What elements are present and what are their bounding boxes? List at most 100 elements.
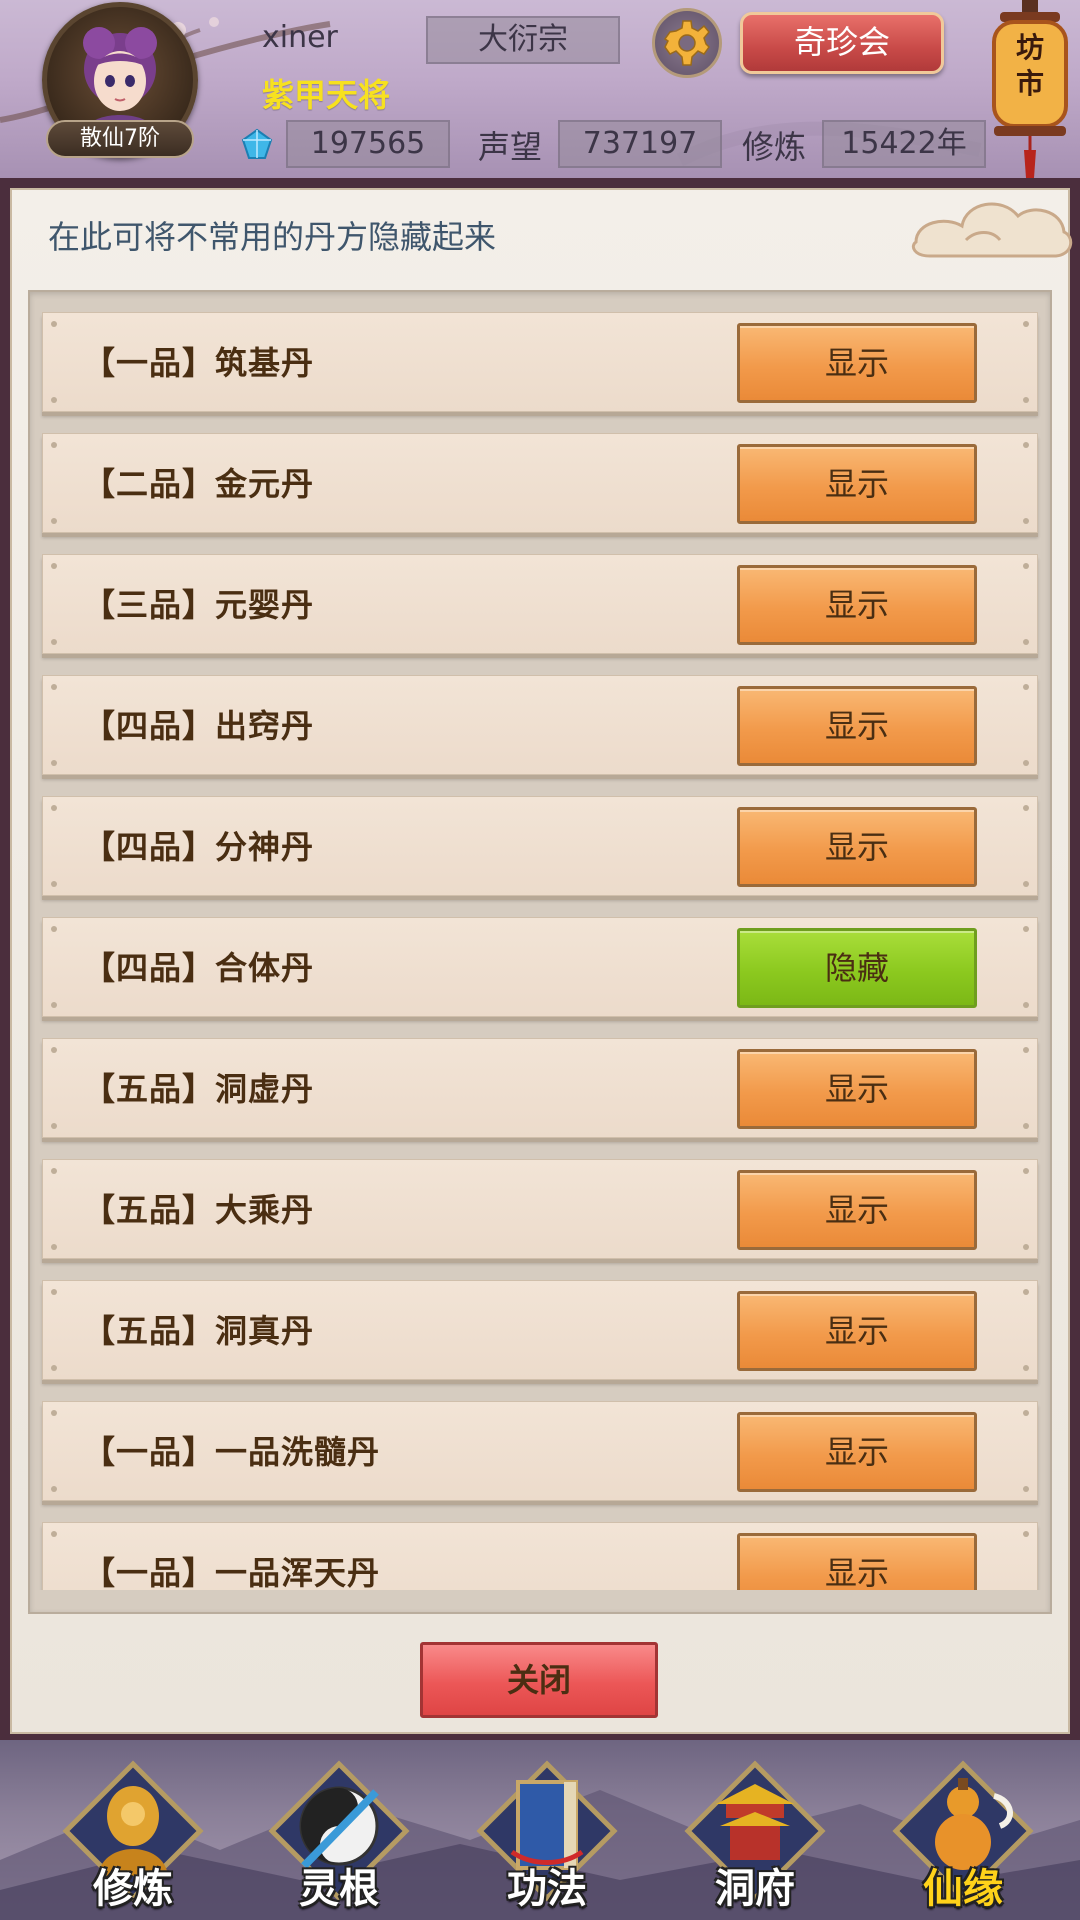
recipe-grade: 【一品】 — [83, 344, 216, 382]
rivet-decoration — [1023, 1168, 1029, 1174]
spirit-stone-icon — [241, 128, 273, 159]
cultivation-label: 修炼 — [742, 128, 807, 166]
recipe-title: 元婴丹 — [215, 586, 315, 624]
top-status-bar: 散仙7阶 xiner 紫甲天将 大衍宗 奇珍会 坊市 197565 声望 737… — [0, 0, 1080, 178]
player-title: 紫甲天将 — [262, 76, 391, 114]
rivet-decoration — [51, 1047, 57, 1053]
recipe-list[interactable]: 【一品】筑基丹 显示 【二品】金元丹 显示 【三品】元婴丹 显示 【四品】出窍丹 显示 【四品】… — [38, 302, 1042, 1590]
recipe-grade: 【四品】 — [83, 707, 216, 745]
rivet-decoration — [1023, 442, 1029, 448]
sect-name[interactable]: 大衍宗 — [426, 16, 620, 64]
rivet-decoration — [51, 1531, 57, 1537]
hide-button[interactable]: 隐藏 — [737, 928, 977, 1008]
close-button[interactable]: 关闭 — [420, 1642, 658, 1718]
recipe-grade: 【一品】 — [83, 1554, 216, 1590]
rivet-decoration — [51, 1365, 57, 1371]
recipe-title: 一品浑天丹 — [215, 1554, 381, 1590]
recipe-row: 【一品】一品浑天丹 显示 — [42, 1522, 1038, 1590]
recipe-row: 【三品】元婴丹 显示 — [42, 554, 1038, 654]
rivet-decoration — [1023, 881, 1029, 887]
show-button[interactable]: 显示 — [737, 323, 977, 403]
recipe-grade: 【三品】 — [83, 586, 216, 624]
recipe-title: 合体丹 — [215, 949, 315, 987]
recipe-title: 出窍丹 — [215, 707, 315, 745]
nav-technique[interactable]: 功法 — [472, 1756, 622, 1920]
recipe-title: 筑基丹 — [215, 344, 315, 382]
rivet-decoration — [1023, 563, 1029, 569]
rivet-decoration — [51, 1410, 57, 1416]
show-button[interactable]: 显示 — [737, 565, 977, 645]
rivet-decoration — [1023, 805, 1029, 811]
rivet-decoration — [1023, 1123, 1029, 1129]
rivet-decoration — [51, 760, 57, 766]
rivet-decoration — [51, 639, 57, 645]
recipe-grade: 【五品】 — [83, 1070, 216, 1108]
rivet-decoration — [51, 563, 57, 569]
rank-badge: 散仙7阶 — [46, 120, 194, 158]
recipe-name: 【一品】筑基丹 — [83, 313, 314, 413]
rivet-decoration — [1023, 760, 1029, 766]
rivet-decoration — [51, 926, 57, 932]
rivet-decoration — [51, 1244, 57, 1250]
show-button[interactable]: 显示 — [737, 686, 977, 766]
recipe-title: 大乘丹 — [215, 1191, 315, 1229]
rivet-decoration — [1023, 1531, 1029, 1537]
settings-button[interactable] — [652, 8, 722, 78]
rivet-decoration — [51, 1486, 57, 1492]
nav-label: 修炼 — [93, 1866, 173, 1912]
reputation-label: 声望 — [478, 128, 543, 166]
rivet-decoration — [1023, 1047, 1029, 1053]
market-label: 坊市 — [1015, 31, 1044, 100]
spirit-stone-count: 197565 — [286, 120, 450, 168]
cultivation-value: 15422年 — [822, 120, 986, 168]
recipe-row: 【二品】金元丹 显示 — [42, 433, 1038, 533]
recipe-row: 【五品】洞虚丹 显示 — [42, 1038, 1038, 1138]
recipe-name: 【五品】洞虚丹 — [83, 1039, 314, 1139]
recipe-row: 【四品】合体丹 隐藏 — [42, 917, 1038, 1017]
player-name: xiner — [262, 20, 338, 55]
rivet-decoration — [1023, 1486, 1029, 1492]
nav-immortal-fate[interactable]: 仙缘 — [888, 1756, 1038, 1920]
show-button[interactable]: 显示 — [737, 1049, 977, 1129]
recipe-grade: 【四品】 — [83, 949, 216, 987]
nav-cave-abode[interactable]: 洞府 — [680, 1756, 830, 1920]
nav-spirit-root[interactable]: 灵根 — [264, 1756, 414, 1920]
recipe-title: 洞真丹 — [215, 1312, 315, 1350]
rivet-decoration — [1023, 397, 1029, 403]
rivet-decoration — [51, 1168, 57, 1174]
rivet-decoration — [1023, 1365, 1029, 1371]
rivet-decoration — [1023, 518, 1029, 524]
recipe-title: 金元丹 — [215, 465, 315, 503]
recipe-title: 一品洗髓丹 — [215, 1433, 381, 1471]
rivet-decoration — [51, 442, 57, 448]
rivet-decoration — [51, 881, 57, 887]
show-button[interactable]: 显示 — [737, 1291, 977, 1371]
rivet-decoration — [51, 1123, 57, 1129]
recipe-name: 【四品】合体丹 — [83, 918, 314, 1018]
rivet-decoration — [1023, 1244, 1029, 1250]
treasure-auction-button[interactable]: 奇珍会 — [740, 12, 944, 74]
recipe-row: 【一品】筑基丹 显示 — [42, 312, 1038, 412]
show-button[interactable]: 显示 — [737, 1170, 977, 1250]
rivet-decoration — [1023, 926, 1029, 932]
reputation-value: 737197 — [558, 120, 722, 168]
rivet-decoration — [51, 518, 57, 524]
rivet-decoration — [51, 1002, 57, 1008]
rivet-decoration — [51, 805, 57, 811]
show-button[interactable]: 显示 — [737, 444, 977, 524]
gear-icon — [663, 20, 710, 66]
nav-label: 灵根 — [299, 1866, 379, 1912]
market-lantern-button[interactable]: 坊市 — [984, 0, 1076, 178]
recipe-row: 【一品】一品洗髓丹 显示 — [42, 1401, 1038, 1501]
player-avatar[interactable]: 散仙7阶 — [38, 2, 204, 160]
recipe-name: 【一品】一品浑天丹 — [83, 1523, 380, 1590]
recipe-grade: 【五品】 — [83, 1312, 216, 1350]
show-button[interactable]: 显示 — [737, 1533, 977, 1590]
recipe-name: 【二品】金元丹 — [83, 434, 314, 534]
nav-cultivate[interactable]: 修炼 — [58, 1756, 208, 1920]
app-root: 散仙7阶 xiner 紫甲天将 大衍宗 奇珍会 坊市 197565 声望 737… — [0, 0, 1080, 1920]
recipe-name: 【五品】洞真丹 — [83, 1281, 314, 1381]
rivet-decoration — [51, 397, 57, 403]
show-button[interactable]: 显示 — [737, 807, 977, 887]
show-button[interactable]: 显示 — [737, 1412, 977, 1492]
